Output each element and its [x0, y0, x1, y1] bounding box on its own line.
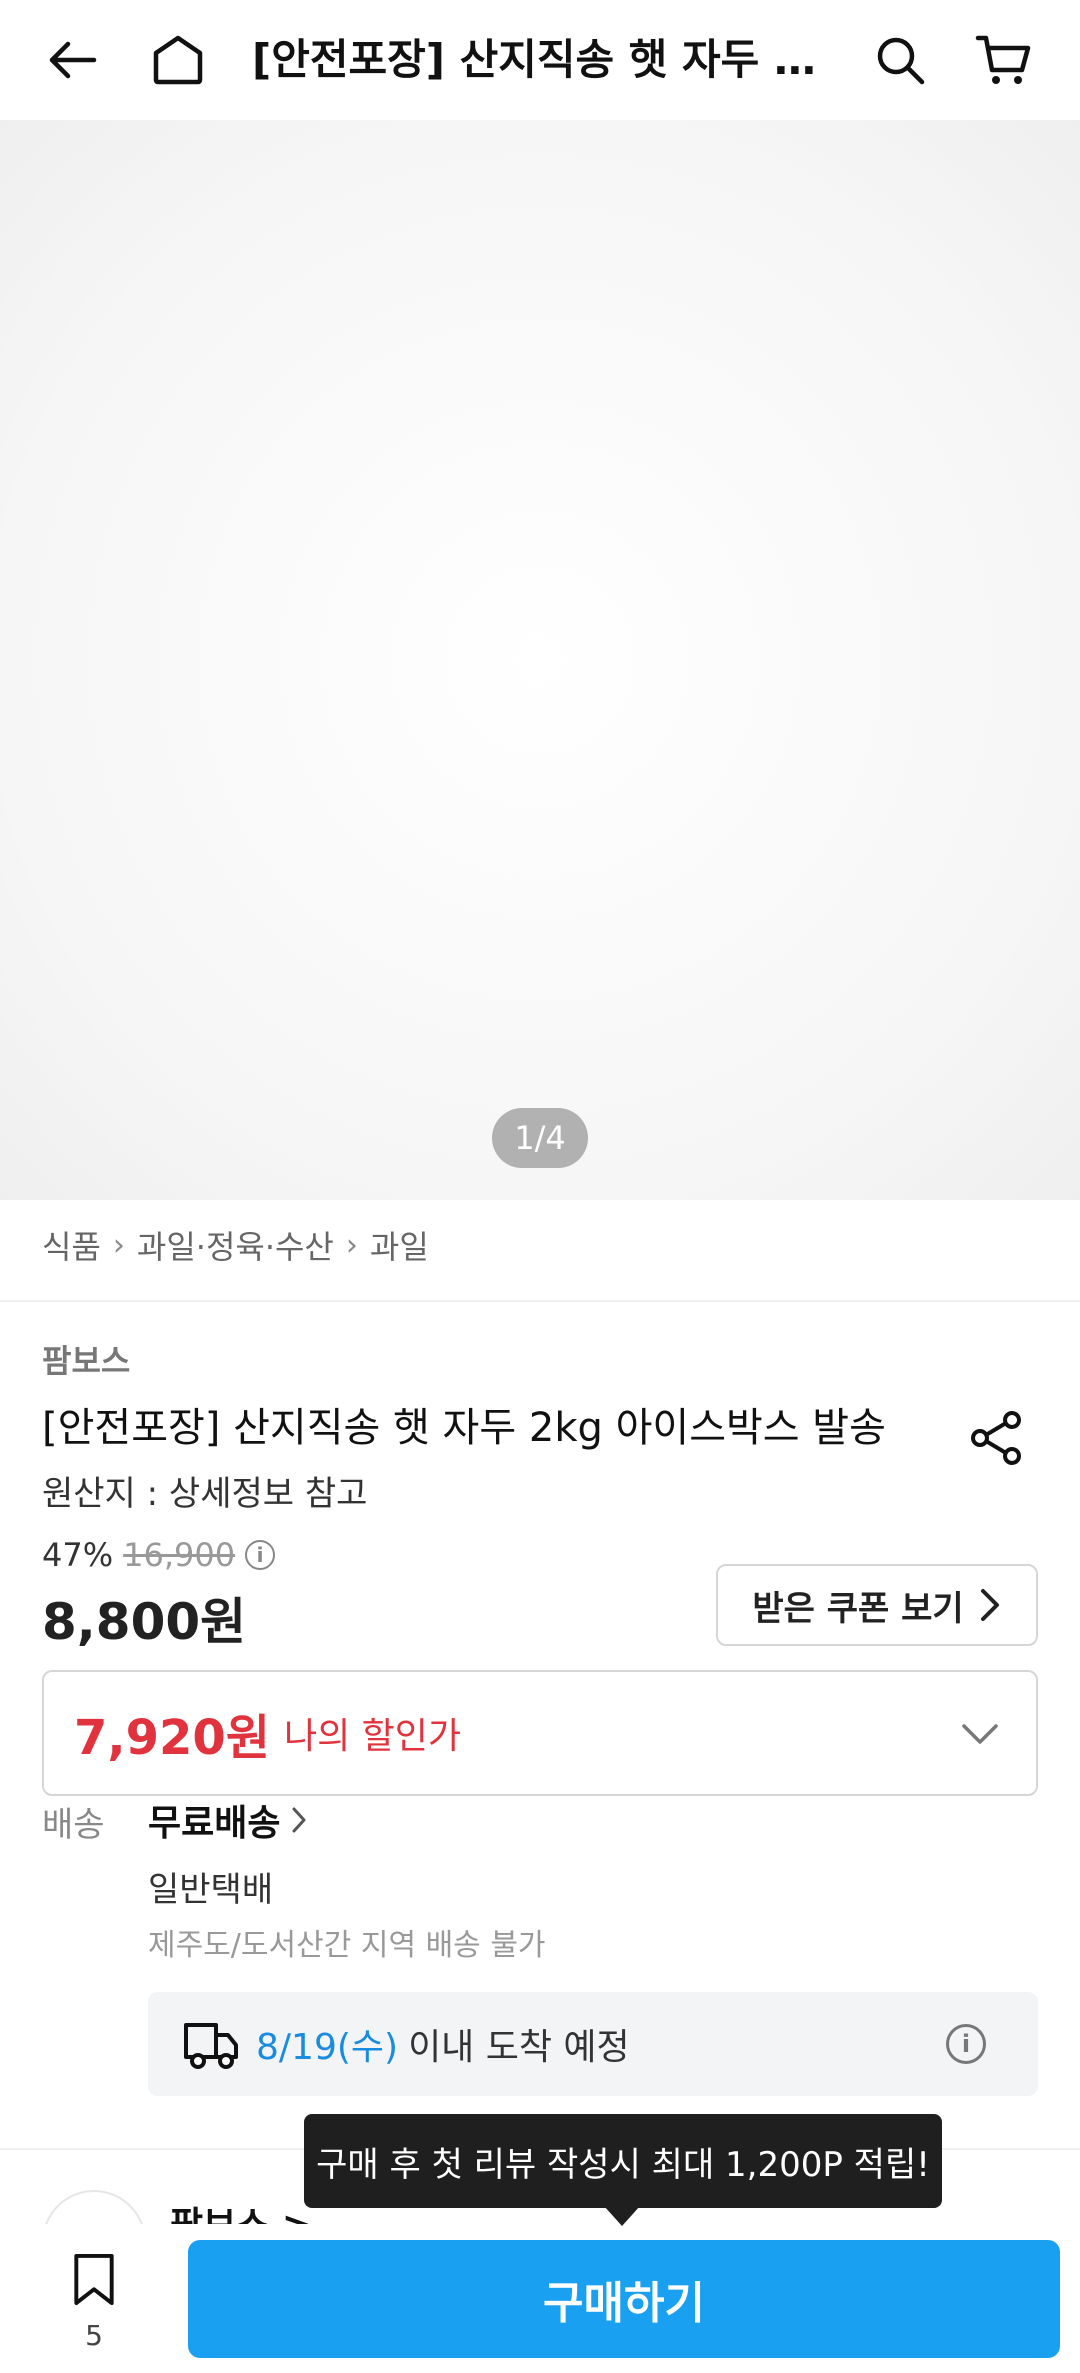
bookmark-count: 5: [85, 2319, 103, 2352]
buy-button[interactable]: 구매하기: [188, 2240, 1060, 2358]
shipping-label: 배송: [42, 1805, 105, 1845]
tooltip-arrow: [604, 2206, 640, 2226]
bottom-action-bar: 5 구매하기: [0, 2224, 1080, 2373]
discount-rate: 47%: [42, 1536, 114, 1574]
search-icon[interactable]: [868, 28, 932, 92]
discount-row: 47% 16,900 i: [42, 1536, 276, 1574]
chevron-right-icon: ›: [112, 1227, 125, 1263]
delivery-eta-box: 8/19(수) 이내 도착 예정 i: [148, 1992, 1038, 2096]
my-discount-price-box[interactable]: 7,920원 나의 할인가: [42, 1670, 1038, 1796]
origin-info: 원산지 : 상세정보 참고: [42, 1474, 368, 1514]
shipping-note: 제주도/도서산간 지역 배송 불가: [148, 1928, 546, 1963]
section-divider: [0, 1300, 1080, 1302]
image-pager-indicator: 1/4: [492, 1108, 588, 1168]
eta-date: 8/19(수): [256, 2027, 399, 2068]
cart-icon[interactable]: [972, 28, 1036, 92]
eta-text: 이내 도착 예정: [408, 2027, 630, 2068]
product-image[interactable]: [0, 120, 1080, 1200]
product-title: [안전포장] 산지직송 햇 자두 2kg 아이스박스 발송: [42, 1405, 886, 1451]
top-app-bar: [안전포장] 산지직송 햇 자두 2kg 아이스박스 발송: [0, 0, 1080, 120]
my-discount-price: 7,920원: [74, 1710, 270, 1766]
chevron-down-icon: [962, 1724, 998, 1744]
page-title: [안전포장] 산지직송 햇 자두 2kg 아이스박스 발송: [252, 35, 822, 84]
view-coupons-label: 받은 쿠폰 보기: [752, 1588, 964, 1629]
delivery-truck-icon: [184, 2023, 238, 2069]
review-points-tooltip: 구매 후 첫 리뷰 작성시 최대 1,200P 적립!: [304, 2114, 942, 2208]
info-icon[interactable]: i: [245, 1540, 276, 1570]
info-icon[interactable]: i: [946, 2024, 986, 2064]
original-price: 16,900: [123, 1536, 236, 1574]
home-icon[interactable]: [146, 28, 210, 92]
shipping-fee: 무료배송: [148, 1803, 281, 1844]
shipping-type: 일반택배: [148, 1870, 274, 1910]
bookmark-icon: [74, 2253, 114, 2306]
shipping-fee-link[interactable]: 무료배송: [148, 1794, 308, 1846]
share-icon[interactable]: [966, 1408, 1026, 1468]
view-coupons-button[interactable]: 받은 쿠폰 보기: [716, 1564, 1038, 1646]
my-discount-label: 나의 할인가: [284, 1716, 462, 1757]
brand-name[interactable]: 팜보스: [42, 1336, 130, 1382]
chevron-right-icon: [292, 1807, 306, 1833]
bookmark-button[interactable]: 5: [62, 2252, 126, 2352]
breadcrumb: 식품 › 과일·정육·수산 › 과일: [42, 1222, 429, 1268]
chevron-right-icon: [980, 1589, 999, 1621]
breadcrumb-item-food[interactable]: 식품: [42, 1222, 101, 1268]
breadcrumb-item-fruit-meat-seafood[interactable]: 과일·정육·수산: [137, 1222, 334, 1268]
chevron-right-icon: ›: [345, 1227, 358, 1263]
back-arrow-icon[interactable]: [40, 28, 104, 92]
breadcrumb-item-fruit[interactable]: 과일: [370, 1222, 429, 1268]
image-background: [0, 120, 1080, 1200]
sale-price: 8,800원: [42, 1593, 247, 1651]
